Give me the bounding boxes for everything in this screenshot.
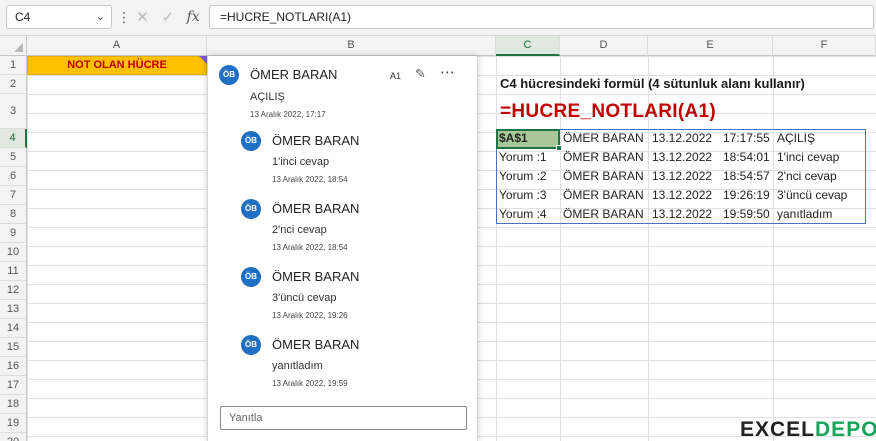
row-header-10[interactable]: 10 (0, 243, 27, 262)
table-cell[interactable]: 2'nci cevap (777, 167, 837, 186)
row-header-8[interactable]: 8 (0, 205, 27, 224)
row-header-6[interactable]: 6 (0, 167, 27, 186)
table-cell[interactable]: yanıtladım (777, 205, 832, 224)
edit-icon[interactable]: ✎ (415, 66, 426, 82)
row-header-11[interactable]: 11 (0, 262, 27, 281)
table-cell[interactable]: Yorum :1 (499, 148, 547, 167)
avatar: ÖB (241, 335, 261, 355)
row-header-5[interactable]: 5 (0, 148, 27, 167)
comment-text: AÇILIŞ (250, 91, 285, 103)
column-header-e[interactable]: E (648, 36, 773, 56)
check-icon[interactable]: ✓ (161, 8, 174, 26)
table-cell[interactable]: $A$1 (499, 129, 528, 148)
name-box-value: C4 (15, 10, 31, 24)
row-header-14[interactable]: 14 (0, 319, 27, 338)
column-header-c[interactable]: C (496, 36, 560, 56)
reply-date: 13 Aralık 2022, 19:26 (272, 311, 348, 320)
grid-line (773, 56, 774, 441)
reply-author: ÖMER BARAN (272, 337, 360, 352)
fx-icon[interactable]: fx (187, 9, 200, 25)
more-options-icon[interactable]: ⋯ (440, 63, 456, 81)
formula-display: =HUCRE_NOTLARI(A1) (500, 101, 716, 122)
reply-text: 3'üncü cevap (272, 292, 337, 304)
row-header-9[interactable]: 9 (0, 224, 27, 243)
info-text: C4 hücresindeki formül (4 sütunluk alanı… (500, 76, 805, 91)
row-header-12[interactable]: 12 (0, 281, 27, 300)
grid-line (496, 56, 497, 441)
avatar: ÖB (241, 131, 261, 151)
table-cell[interactable]: 13.12.2022 (652, 205, 712, 224)
formula-input[interactable]: =HUCRE_NOTLARI(A1) (209, 5, 874, 29)
fill-handle[interactable] (556, 145, 562, 151)
reply-author: ÖMER BARAN (272, 269, 360, 284)
comment-pane: ÖB ÖMER BARAN A1 ✎ ⋯ AÇILIŞ 13 Aralık 20… (207, 56, 478, 441)
column-header-d[interactable]: D (560, 36, 648, 56)
table-cell[interactable]: 18:54:57 (723, 167, 770, 186)
name-box[interactable]: C4 ⌄ (6, 5, 112, 29)
table-cell[interactable]: ÖMER BARAN (563, 205, 644, 224)
row-header-15[interactable]: 15 (0, 338, 27, 357)
chevron-down-icon[interactable]: ⌄ (96, 6, 105, 28)
table-cell[interactable]: 13.12.2022 (652, 148, 712, 167)
row-header-1[interactable]: 1 (0, 56, 27, 75)
close-icon[interactable]: ✕ (136, 8, 149, 26)
table-cell[interactable]: 3'üncü cevap (777, 186, 847, 205)
brand-part-1: EXCEL (740, 418, 816, 441)
table-cell[interactable]: 19:59:50 (723, 205, 770, 224)
table-cell[interactable]: Yorum :2 (499, 167, 547, 186)
formula-bar: C4 ⌄ ⋮ ✕ ✓ fx =HUCRE_NOTLARI(A1) (0, 0, 876, 36)
comment-author: ÖMER BARAN (250, 67, 338, 82)
column-header-a[interactable]: A (27, 36, 207, 56)
row-header-19[interactable]: 19 (0, 414, 27, 433)
table-cell[interactable]: 19:26:19 (723, 186, 770, 205)
reply-author: ÖMER BARAN (272, 201, 360, 216)
reply-text: 2'nci cevap (272, 224, 327, 236)
comment-cell-ref: A1 (390, 71, 402, 81)
table-cell[interactable]: 13.12.2022 (652, 186, 712, 205)
brand-logo: EXCELDEPO (740, 418, 876, 441)
reply-date: 13 Aralık 2022, 19:59 (272, 379, 348, 388)
formula-bar-buttons: ✕ ✓ fx (130, 5, 206, 29)
reply-text: 1'inci cevap (272, 156, 330, 168)
more-vertical-icon[interactable]: ⋮ (117, 9, 131, 25)
brand-part-2: DEPO (815, 418, 876, 441)
row-header-7[interactable]: 7 (0, 186, 27, 205)
avatar: ÖB (241, 199, 261, 219)
avatar: ÖB (241, 267, 261, 287)
column-header-b[interactable]: B (207, 36, 496, 56)
avatar: ÖB (219, 65, 239, 85)
reply-date: 13 Aralık 2022, 18:54 (272, 243, 348, 252)
table-cell[interactable]: ÖMER BARAN (563, 167, 644, 186)
column-header-f[interactable]: F (773, 36, 876, 56)
comment-date: 13 Aralık 2022, 17:17 (250, 110, 326, 119)
table-cell[interactable]: 17:17:55 (723, 129, 770, 148)
reply-date: 13 Aralık 2022, 18:54 (272, 175, 348, 184)
row-header-17[interactable]: 17 (0, 376, 27, 395)
reply-input[interactable]: Yanıtla (220, 406, 467, 430)
table-cell[interactable]: 13.12.2022 (652, 129, 712, 148)
comment-indicator-icon[interactable] (199, 56, 207, 64)
row-header-3[interactable]: 3 (0, 94, 27, 129)
select-all-button[interactable] (0, 36, 27, 56)
table-cell[interactable]: AÇILIŞ (777, 129, 815, 148)
table-cell[interactable]: Yorum :3 (499, 186, 547, 205)
table-cell[interactable]: 1'inci cevap (777, 148, 839, 167)
table-cell[interactable]: ÖMER BARAN (563, 148, 644, 167)
row-header-2[interactable]: 2 (0, 75, 27, 94)
row-header-13[interactable]: 13 (0, 300, 27, 319)
table-cell[interactable]: ÖMER BARAN (563, 129, 644, 148)
table-cell[interactable]: 18:54:01 (723, 148, 770, 167)
row-header-20[interactable]: 20 (0, 433, 27, 441)
table-cell[interactable]: 13.12.2022 (652, 167, 712, 186)
row-header-16[interactable]: 16 (0, 357, 27, 376)
reply-text: yanıtladım (272, 360, 323, 372)
reply-author: ÖMER BARAN (272, 133, 360, 148)
cell-a1[interactable]: NOT OLAN HÜCRE (27, 56, 207, 75)
table-cell[interactable]: Yorum :4 (499, 205, 547, 224)
row-header-18[interactable]: 18 (0, 395, 27, 414)
table-cell[interactable]: ÖMER BARAN (563, 186, 644, 205)
row-header-4[interactable]: 4 (0, 129, 27, 148)
